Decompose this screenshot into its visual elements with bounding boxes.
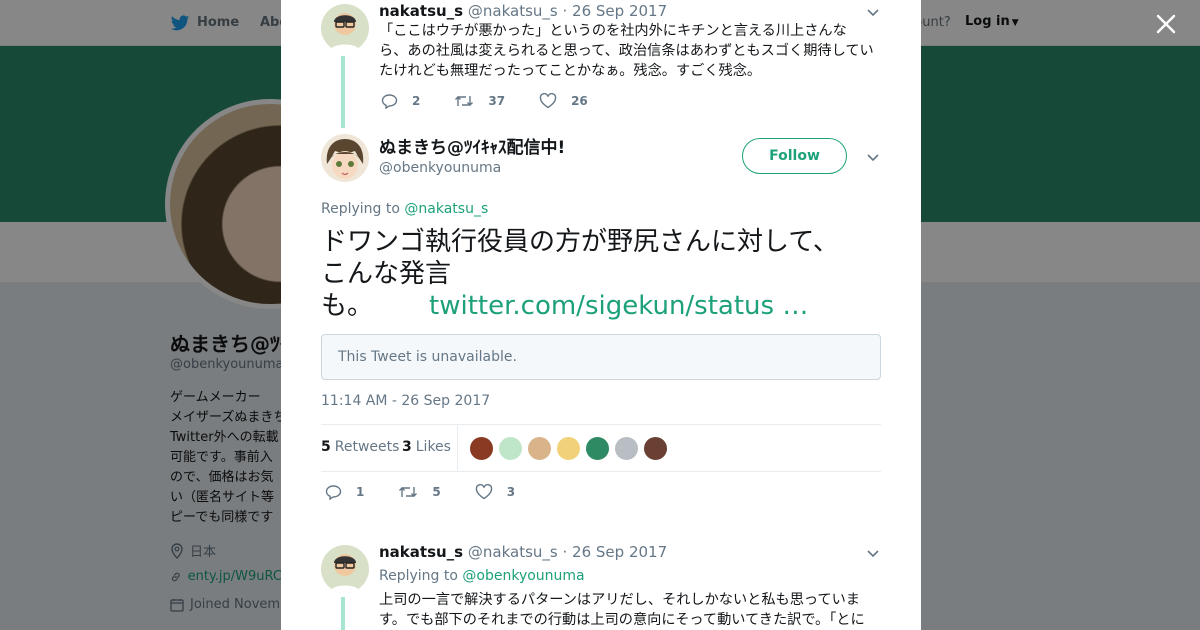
tweet-header: nakatsu_s @nakatsu_s · 26 Sep 2017 [379,543,667,561]
retweet-button[interactable]: 37 [454,93,505,109]
tweet-actions: 1 5 3 [325,484,549,500]
thread-line [341,597,345,630]
tweet-text-line: 上司の一言で解決するパターンはアリだし、それしかないと私も思っていま [379,592,860,608]
tweet-date[interactable]: · 26 Sep 2017 [563,2,668,20]
tweet-text: 上司の一言で解決するパターンはアリだし、それしかないと私も思っていま す。でも部… [379,590,879,630]
tweet-text-line: ドワンゴ執行役員の方が野尻さんに対して、 [321,227,839,257]
tweet-stats: 5 Retweets 3 Likes [321,424,881,472]
tweet-date[interactable]: · 26 Sep 2017 [563,543,668,561]
tweet-author-handle[interactable]: @nakatsu_s [468,543,558,561]
liker-avatar[interactable] [556,436,581,461]
tweet-text: 「ここはウチが悪かった」というのを社内外にキチンと言える川上さんなら、あの社風は… [379,23,874,79]
retweet-button[interactable]: 5 [398,484,441,500]
avatar-nakatsu [321,4,369,52]
tweet-author-name[interactable]: nakatsu_s [379,543,463,561]
liker-avatar[interactable] [469,436,494,461]
follow-button[interactable]: Follow [742,138,847,174]
tweet-author-handle[interactable]: @obenkyounuma [379,160,501,176]
reply-button[interactable]: 2 [381,93,420,109]
heart-icon [539,93,557,109]
reply-button[interactable]: 1 [325,484,364,500]
retweet-count: 37 [488,94,506,108]
tweet-actions: 2 37 26 [381,93,622,109]
retweet-icon [399,487,418,497]
tweet-header: nakatsu_s @nakatsu_s · 26 Sep 2017 [379,2,667,20]
like-button[interactable]: 26 [539,93,588,109]
replying-to: Replying to @obenkyounuma [379,568,585,584]
tweet-modal: nakatsu_s @nakatsu_s · 26 Sep 2017 「ここはウ… [281,0,921,630]
retweets-stat[interactable]: 5 Retweets [321,439,399,455]
chevron-down-icon[interactable] [865,149,881,165]
tweet-text: ドワンゴ執行役員の方が野尻さんに対して、 こんな発言 も。 twitter.com… [321,226,881,322]
tweet-author-name[interactable]: ぬまきち@ﾂｲｷｬｽ配信中! [379,133,565,158]
tweet-text-tail: も。 [321,291,374,321]
tweet-author-name[interactable]: nakatsu_s [379,2,463,20]
replying-to: Replying to @nakatsu_s [321,201,488,217]
liker-avatar[interactable] [643,436,668,461]
reply-count: 1 [356,485,365,499]
avatar-nakatsu [321,545,369,593]
likes-stat-label: Likes [415,439,451,455]
chevron-down-icon[interactable] [865,4,881,20]
tweet-author-handle[interactable]: @nakatsu_s [468,2,558,20]
avatar[interactable] [321,4,369,52]
liker-avatar[interactable] [498,436,523,461]
retweets-stat-count: 5 [321,439,331,455]
replying-label: Replying to [379,568,458,584]
avatar[interactable] [321,545,369,593]
quoted-tweet-unavailable: This Tweet is unavailable. [321,334,881,380]
liker-avatar[interactable] [614,436,639,461]
tweet-timestamp[interactable]: 11:14 AM - 26 Sep 2017 [321,393,490,409]
retweets-stat-label: Retweets [334,439,400,455]
heart-icon [475,484,492,500]
avatar-numakichi [321,134,369,182]
replying-handle-link[interactable]: @obenkyounuma [462,568,584,584]
reply-icon [381,94,398,109]
reply-icon [325,485,342,500]
replying-handle-link[interactable]: @nakatsu_s [404,201,488,217]
liker-avatar[interactable] [585,436,610,461]
avatar[interactable] [321,134,369,182]
tweet-link[interactable]: twitter.com/sigekun/status … [429,291,808,321]
thread-line [341,56,345,128]
likes-stat-count: 3 [402,439,412,455]
replying-label: Replying to [321,201,400,217]
reply-count: 2 [412,94,421,108]
close-icon[interactable] [1154,12,1178,36]
chevron-down-icon[interactable] [865,545,881,561]
tweet-text-line: こんな発言 [321,259,452,289]
like-count: 3 [506,485,516,499]
tweet-text-line: す。でも部下のそれまでの行動は上司の意向にそって動いてきた訳で。「とに [379,612,865,628]
stats-divider [457,425,458,472]
tweet-text-line: も。 twitter.com/sigekun/status … [321,290,881,322]
likes-stat[interactable]: 3 Likes [402,439,451,455]
liker-avatar[interactable] [527,436,552,461]
like-button[interactable]: 3 [475,484,515,500]
retweet-count: 5 [432,485,441,499]
like-count: 26 [571,94,588,108]
retweet-icon [455,96,474,106]
